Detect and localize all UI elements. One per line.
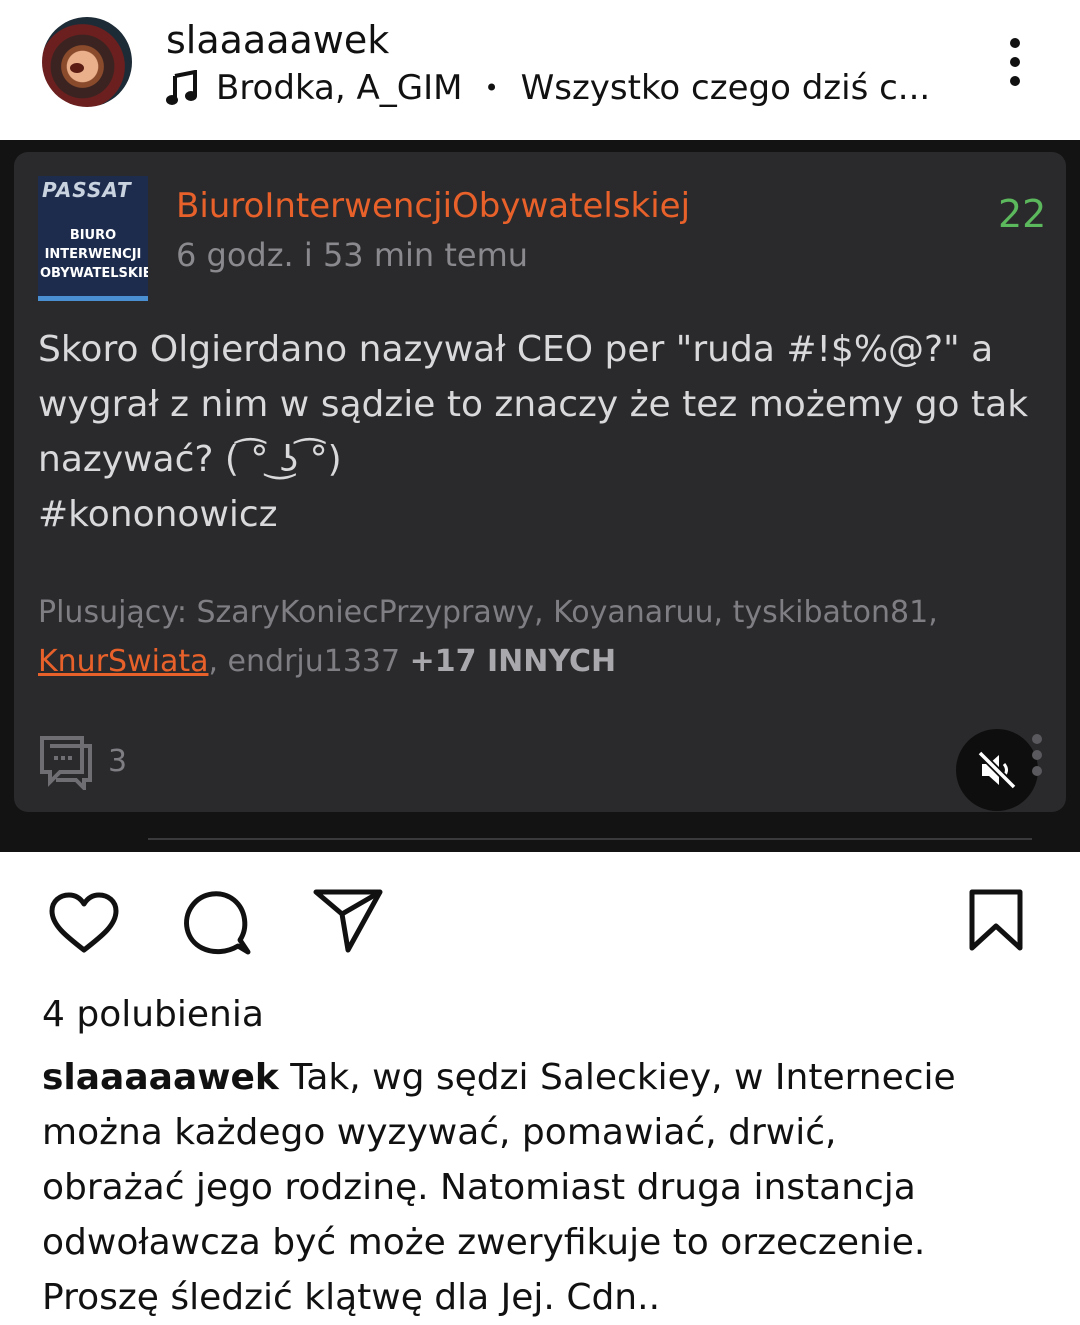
- action-bar: [0, 852, 1080, 982]
- volume-muted-icon: [977, 750, 1017, 790]
- card-plus-list: Plusujący: SzaryKoniecPrzyprawy, Koyanar…: [38, 595, 938, 679]
- caption: slaaaaawek Tak, wg sędzi Saleckiey, w In…: [42, 1057, 956, 1318]
- plus-more[interactable]: +17 INNYCH: [410, 644, 616, 679]
- bookmark-icon[interactable]: [968, 888, 1024, 952]
- card-author[interactable]: BiuroInterwencjiObywatelskiej: [176, 186, 690, 226]
- heart-icon[interactable]: [48, 892, 120, 954]
- mute-button[interactable]: [956, 729, 1038, 811]
- send-icon[interactable]: [312, 888, 384, 954]
- separator-dot: •: [484, 74, 499, 102]
- music-title: Wszystko czego dziś c...: [520, 68, 931, 108]
- card-score: 22: [998, 192, 1047, 236]
- music-info[interactable]: Brodka, A_GIM • Wszystko czego dziś c...: [166, 68, 930, 108]
- music-artist: Brodka, A_GIM: [216, 68, 463, 108]
- caption-username[interactable]: slaaaaawek: [42, 1057, 279, 1098]
- comment-bubble-icon[interactable]: [182, 888, 252, 958]
- likes-count[interactable]: 4 polubienia: [42, 994, 264, 1035]
- plus-user-link[interactable]: KnurSwiata: [38, 644, 208, 679]
- avatar[interactable]: [42, 17, 132, 107]
- logo-top-text: PASSAT: [42, 178, 132, 202]
- post-username[interactable]: slaaaaawek: [166, 18, 389, 62]
- card-divider: [148, 838, 1032, 840]
- logo-text: BIURO INTERWENCJI OBYWATELSKIE: [40, 228, 148, 281]
- comment-count: 3: [108, 744, 128, 779]
- card-post-text: Skoro Olgierdano nazywał CEO per "ruda #…: [38, 329, 1029, 535]
- more-vertical-icon[interactable]: [1000, 38, 1030, 90]
- card-time-ago: 6 godz. i 53 min temu: [176, 236, 529, 274]
- author-logo: PASSAT BIURO INTERWENCJI OBYWATELSKIE: [38, 176, 148, 301]
- music-note-icon: [166, 70, 197, 105]
- post-header: slaaaaawek Brodka, A_GIM • Wszystko czeg…: [0, 0, 1080, 140]
- comment-icon: [40, 736, 92, 790]
- card-more-icon[interactable]: [1032, 734, 1044, 782]
